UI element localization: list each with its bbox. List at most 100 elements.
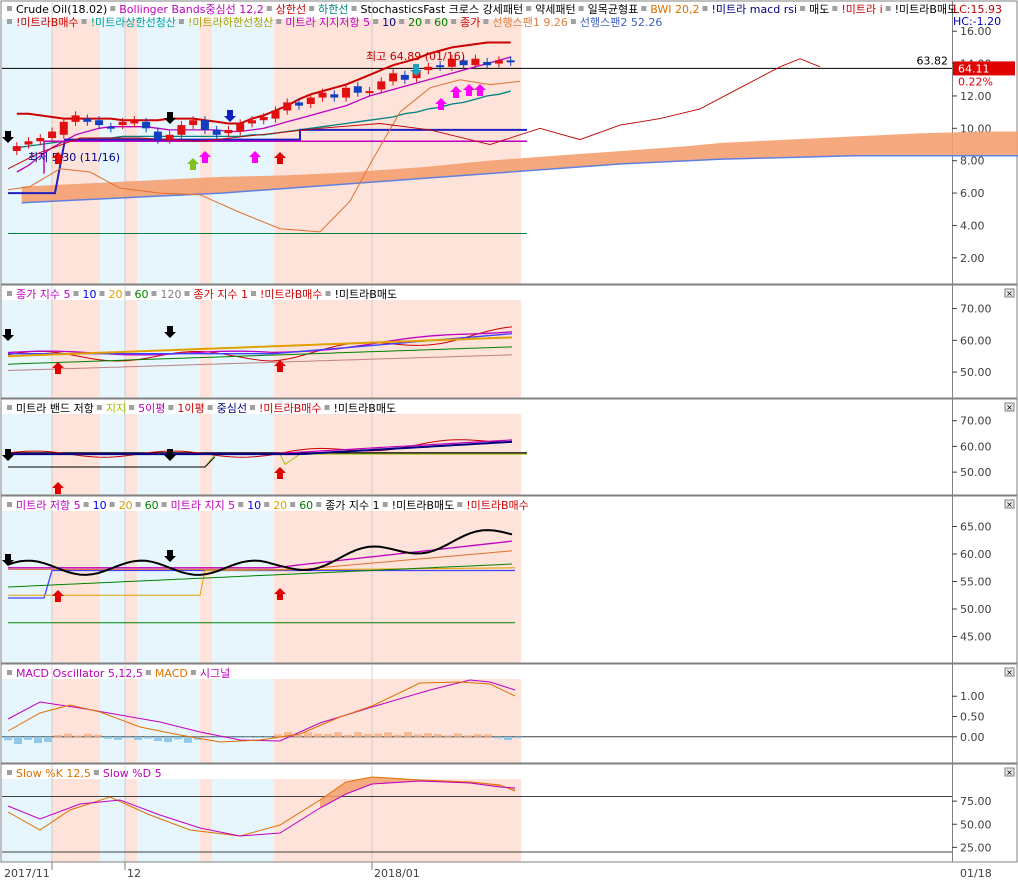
signal-zone-band (274, 779, 521, 862)
candle-up[interactable] (177, 125, 186, 135)
signal-zone-band (137, 19, 200, 284)
macd-oscillator-bar (324, 733, 332, 737)
candle-up[interactable] (189, 120, 198, 126)
macd-oscillator-bar (414, 734, 422, 737)
signal-zone-band (274, 679, 521, 763)
candle-up[interactable] (48, 131, 57, 139)
candle-up[interactable] (365, 91, 374, 94)
legend-entry: 20 (408, 16, 422, 29)
macd-oscillator-bar (14, 736, 22, 745)
candle-down[interactable] (106, 126, 115, 129)
candle-up[interactable] (318, 92, 327, 98)
legend-entry: 종가 지수 1 (193, 288, 247, 301)
candle-up[interactable] (306, 97, 315, 105)
candle-up[interactable] (494, 60, 503, 64)
legend-entry: !미트라B매도 (335, 288, 398, 301)
candle-down[interactable] (153, 131, 162, 140)
macd-oscillator-bar (134, 736, 142, 740)
candle-up[interactable] (377, 81, 386, 90)
signal-zone-band (2, 779, 52, 862)
candle-up[interactable] (224, 129, 233, 134)
legend-marker (578, 6, 584, 11)
legend-entry: 미트라 저항 5 (16, 499, 81, 512)
y-tick-label: 60.00 (960, 440, 992, 453)
y-tick-label: 50.00 (960, 603, 992, 616)
candle-up[interactable] (59, 121, 68, 135)
candle-up[interactable] (71, 115, 80, 122)
candle-down[interactable] (506, 60, 515, 63)
macd-oscillator-bar (244, 736, 252, 738)
macd-oscillator-bar (114, 736, 122, 740)
signal-zone-band (200, 19, 212, 284)
candle-down[interactable] (436, 65, 445, 68)
signal-zone-band (212, 19, 274, 284)
candle-down[interactable] (353, 86, 362, 93)
candle-up[interactable] (130, 120, 139, 124)
macd-oscillator-bar (354, 732, 362, 737)
legend-marker (93, 770, 99, 775)
candle-up[interactable] (165, 134, 174, 140)
close-icon: × (1006, 403, 1013, 412)
candle-down[interactable] (95, 120, 104, 126)
signal-zone-band (125, 19, 137, 284)
candle-down[interactable] (200, 120, 209, 130)
legend-entry: 종가 (460, 16, 480, 29)
macd-oscillator-bar (54, 735, 62, 737)
legend-marker (382, 502, 388, 507)
legend-entry: 20 (108, 288, 122, 301)
legend-marker (266, 6, 272, 11)
macd-oscillator-bar (334, 732, 342, 737)
macd-oscillator-bar (464, 735, 472, 737)
legend-entry: 매도 (809, 3, 829, 16)
legend-marker (99, 291, 105, 296)
y-tick-label: 55.00 (960, 576, 992, 589)
legend-marker (351, 6, 357, 11)
candle-down[interactable] (400, 74, 409, 80)
candle-up[interactable] (118, 121, 127, 126)
candle-down[interactable] (83, 118, 92, 122)
candle-up[interactable] (36, 138, 45, 142)
legend-marker (145, 670, 151, 675)
legend-marker (451, 19, 457, 24)
candle-up[interactable] (424, 66, 433, 71)
candle-up[interactable] (389, 73, 398, 82)
candle-down[interactable] (295, 102, 303, 106)
macd-oscillator-bar (434, 734, 442, 737)
candle-up[interactable] (471, 58, 480, 66)
legend-entry: 1이평 (177, 402, 204, 415)
legend-marker (7, 6, 12, 11)
candle-up[interactable] (12, 146, 21, 151)
candle-up[interactable] (271, 110, 280, 119)
signal-zone-band (125, 779, 137, 862)
close-icon: × (1006, 768, 1013, 777)
candle-up[interactable] (24, 141, 33, 145)
candle-down[interactable] (212, 129, 221, 135)
legend-marker (238, 502, 244, 507)
low-annotation: 최저 5.30 (11/16) (28, 151, 120, 164)
candle-up[interactable] (259, 116, 268, 121)
stock-chart[interactable]: ×××××16.0014.0012.0010.008.006.004.002.0… (0, 0, 1018, 883)
signal-zone-band (212, 679, 274, 763)
legend-marker (135, 502, 141, 507)
legend-entry: BWI 20,2 (650, 3, 699, 16)
macd-oscillator-bar (234, 736, 242, 738)
legend-marker (702, 6, 708, 11)
candle-up[interactable] (283, 102, 292, 111)
candle-down[interactable] (330, 94, 339, 98)
macd-oscillator-bar (384, 732, 392, 737)
y-tick-label: 0.50 (960, 711, 985, 724)
candle-up[interactable] (247, 120, 256, 124)
legend-entry: Slow %D 5 (103, 767, 162, 780)
macd-oscillator-bar (104, 736, 112, 739)
candle-down[interactable] (483, 61, 492, 66)
legend-entry: !미트라상한선청산 (91, 16, 176, 29)
macd-oscillator-bar (264, 736, 272, 738)
legend-marker (129, 405, 135, 410)
candle-up[interactable] (342, 87, 351, 98)
legend-entry: 중심선 (217, 402, 247, 415)
legend-marker (324, 405, 330, 410)
legend-entry: StochasticsFast 크로스 강세패턴 (361, 3, 524, 16)
candle-up[interactable] (236, 123, 245, 132)
candle-down[interactable] (142, 121, 151, 129)
macd-oscillator-bar (124, 736, 132, 739)
